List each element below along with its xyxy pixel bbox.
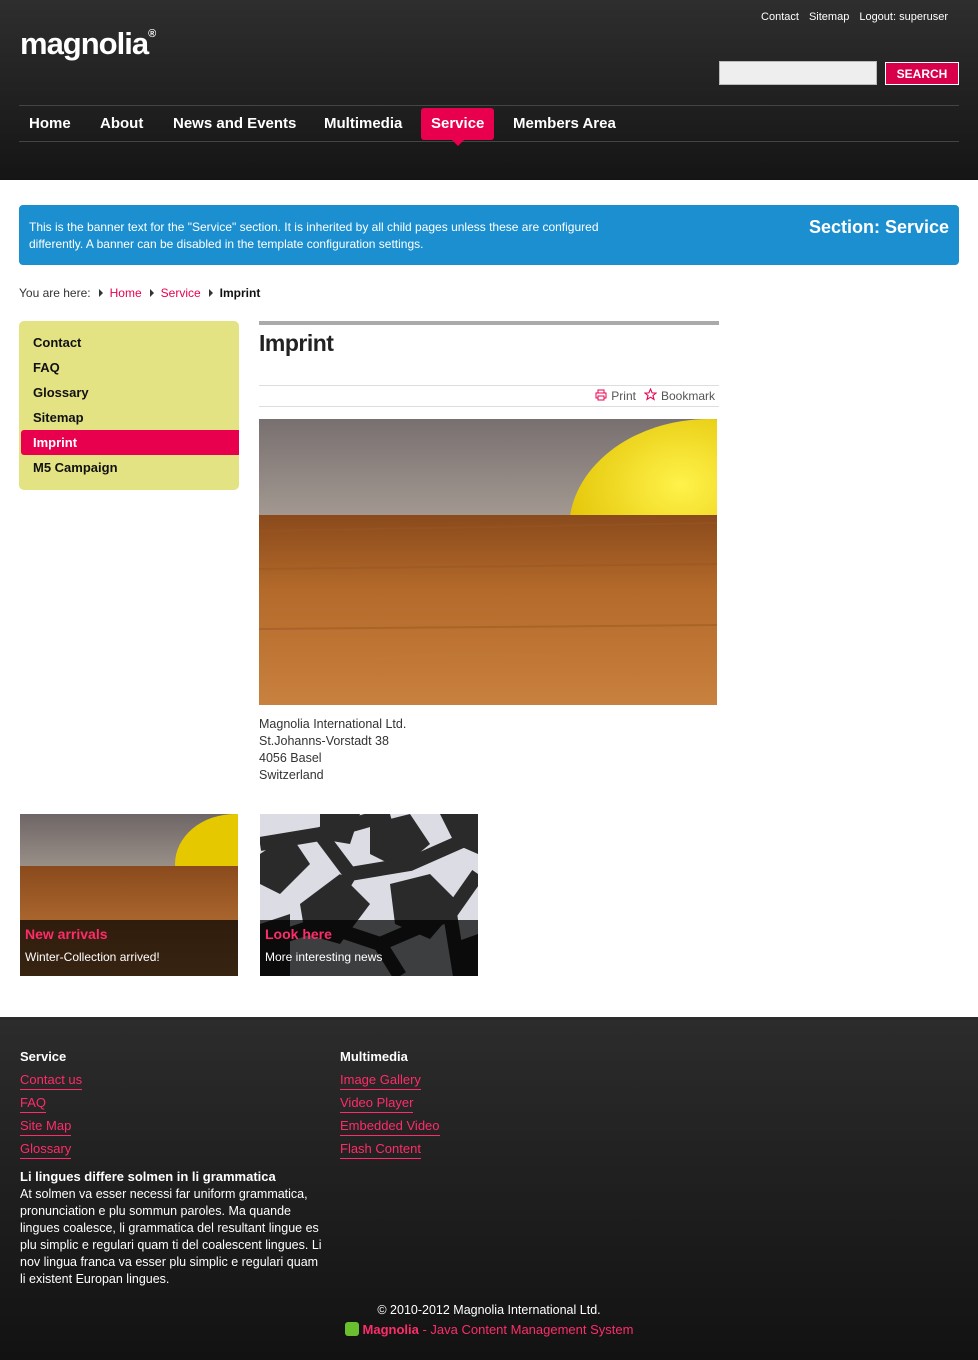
nav-item-service[interactable]: Service (421, 108, 495, 146)
address-line: 4056 Basel (259, 751, 322, 765)
copyright: © 2010-2012 Magnolia International Ltd. (377, 1303, 601, 1317)
breadcrumb: You are here: Home Service Imprint (19, 286, 260, 300)
page-title: Imprint (259, 330, 334, 356)
meta-navigation: Contact Sitemap Logout: superuser (761, 11, 948, 23)
footer-link-embedded-video[interactable]: Embedded Video (340, 1116, 440, 1136)
teaser-title[interactable]: Look here (265, 926, 473, 942)
site-footer: Service Contact us FAQ Site Map Glossary… (0, 1017, 978, 1360)
magnolia-icon (344, 1322, 359, 1336)
footer-link-flash-content[interactable]: Flash Content (340, 1139, 421, 1159)
footer-column-service: Service Contact us FAQ Site Map Glossary (20, 1049, 83, 1162)
sidebar-item-contact[interactable]: Contact (21, 330, 239, 355)
banner-section-title: Section: Service (808, 217, 949, 237)
teaser-subtitle: More interesting news (265, 950, 383, 964)
main-navigation: Home About News and Events Multimedia Se… (19, 105, 959, 146)
star-icon (643, 387, 658, 404)
printer-icon (595, 389, 607, 404)
address-line: St.Johanns-Vorstadt 38 (259, 734, 389, 748)
imprint-image (259, 419, 717, 705)
teaser-subtitle: Winter-Collection arrived! (25, 950, 160, 964)
bookmark-link[interactable]: Bookmark (643, 387, 715, 404)
footer-link-video-player[interactable]: Video Player (340, 1093, 414, 1113)
nav-item-news-and-events[interactable]: News and Events (163, 108, 306, 140)
banner-text: This is the banner text for the "Service… (29, 220, 599, 251)
logo-text: magnolia (20, 26, 149, 61)
footer-column-multimedia: Multimedia Image Gallery Video Player Em… (340, 1049, 440, 1162)
nav-item-home[interactable]: Home (19, 108, 81, 140)
print-link[interactable]: Print (595, 389, 636, 404)
breadcrumb-arrow-icon (149, 289, 154, 297)
page-tools: Print Bookmark (259, 385, 719, 407)
powered-by[interactable]: Magnolia - Java Content Management Syste… (0, 1322, 978, 1337)
teaser-look-here[interactable]: Look here More interesting news (260, 814, 478, 976)
footer-link-site-map[interactable]: Site Map (20, 1116, 72, 1136)
teaser-title[interactable]: New arrivals (25, 926, 233, 942)
teaser-caption: New arrivals Winter-Collection arrived! (20, 920, 238, 976)
nav-item-multimedia[interactable]: Multimedia (314, 108, 412, 140)
teaser-new-arrivals[interactable]: New arrivals Winter-Collection arrived! (20, 814, 238, 976)
search-input[interactable] (719, 61, 877, 85)
sidebar-item-faq[interactable]: FAQ (21, 355, 239, 380)
sidebar-navigation: Contact FAQ Glossary Sitemap Imprint M5 … (19, 321, 239, 490)
footer-text-title: Li lingues differe solmen in li grammati… (20, 1169, 276, 1184)
sidebar-item-m5-campaign[interactable]: M5 Campaign (21, 455, 239, 480)
powered-by-brand: Magnolia (362, 1322, 419, 1337)
breadcrumb-arrow-icon (208, 289, 213, 297)
powered-by-text: - Java Content Management System (418, 1322, 634, 1337)
breadcrumb-prefix: You are here: (19, 286, 91, 300)
sidebar-item-glossary[interactable]: Glossary (21, 380, 239, 405)
site-header: magnolia® Contact Sitemap Logout: superu… (0, 0, 978, 180)
magnolia-logo[interactable]: magnolia® (20, 26, 156, 62)
footer-column-heading: Service (20, 1049, 67, 1064)
search-button[interactable]: SEARCH (885, 62, 959, 85)
company-address: Magnolia International Ltd. St.Johanns-V… (259, 716, 406, 784)
nav-item-members-area[interactable]: Members Area (503, 108, 626, 140)
footer-link-glossary[interactable]: Glossary (20, 1139, 72, 1159)
breadcrumb-arrow-icon (98, 289, 103, 297)
breadcrumb-link-home[interactable]: Home (110, 286, 142, 300)
bookmark-label: Bookmark (660, 389, 715, 403)
print-label: Print (611, 389, 636, 403)
footer-text: At solmen va esser necessi far uniform g… (20, 1187, 322, 1286)
address-line: Switzerland (259, 768, 324, 782)
meta-link-logout[interactable]: Logout: superuser (859, 11, 948, 23)
footer-column-heading: Multimedia (340, 1049, 408, 1064)
sidebar-item-imprint[interactable]: Imprint (21, 430, 239, 455)
teaser-caption: Look here More interesting news (260, 920, 478, 976)
address-line: Magnolia International Ltd. (259, 717, 407, 731)
breadcrumb-link-service[interactable]: Service (161, 286, 201, 300)
nav-item-about[interactable]: About (90, 108, 153, 140)
footer-link-contact-us[interactable]: Contact us (20, 1070, 83, 1090)
content-top-rule (259, 321, 719, 325)
sidebar-item-sitemap[interactable]: Sitemap (21, 405, 239, 430)
meta-link-sitemap[interactable]: Sitemap (809, 11, 849, 23)
meta-link-contact[interactable]: Contact (761, 11, 799, 23)
breadcrumb-current: Imprint (219, 286, 261, 300)
section-banner: This is the banner text for the "Service… (19, 205, 959, 265)
footer-link-faq[interactable]: FAQ (20, 1093, 47, 1113)
logo-registered-mark: ® (148, 28, 156, 40)
footer-link-image-gallery[interactable]: Image Gallery (340, 1070, 421, 1090)
